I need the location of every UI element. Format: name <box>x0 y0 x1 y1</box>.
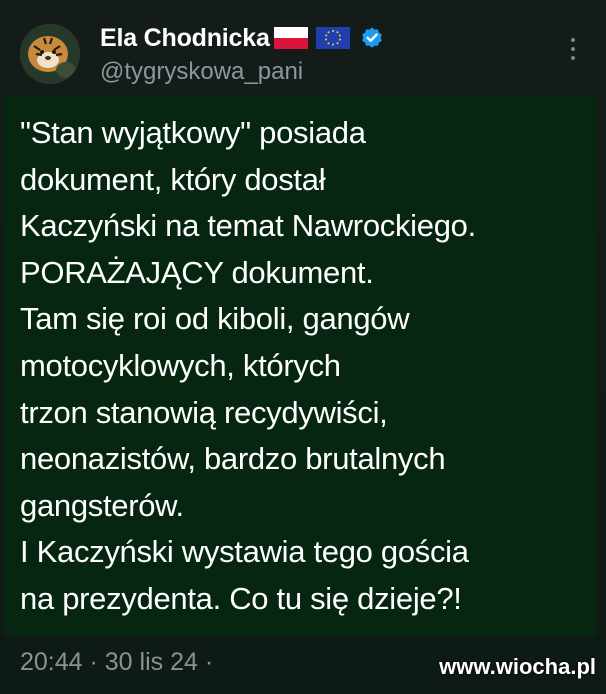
poland-flag-icon <box>273 27 308 49</box>
display-name[interactable]: Ela Chodnicka <box>100 24 270 53</box>
eu-flag-icon <box>315 27 350 49</box>
tiger-avatar-icon <box>20 24 80 84</box>
verified-badge-icon <box>360 26 384 50</box>
more-options-icon[interactable] <box>566 38 580 64</box>
user-handle[interactable]: @tygryskowa_pani <box>100 58 303 86</box>
tweet-header: Ela Chodnicka @tygryskowa_pani <box>0 0 606 96</box>
tweet-text: "Stan wyjątkowy" posiada dokument, który… <box>20 115 476 616</box>
avatar[interactable] <box>20 24 80 84</box>
tweet-body: "Stan wyjątkowy" posiada dokument, który… <box>4 96 596 636</box>
site-watermark: www.wiocha.pl <box>439 654 596 679</box>
name-row: Ela Chodnicka <box>100 22 384 54</box>
tweet-screenshot: Ela Chodnicka @tygryskowa_pani "Stan wyj… <box>0 0 606 694</box>
tweet-timestamp[interactable]: 20:44 · 30 lis 24 · <box>20 644 213 680</box>
